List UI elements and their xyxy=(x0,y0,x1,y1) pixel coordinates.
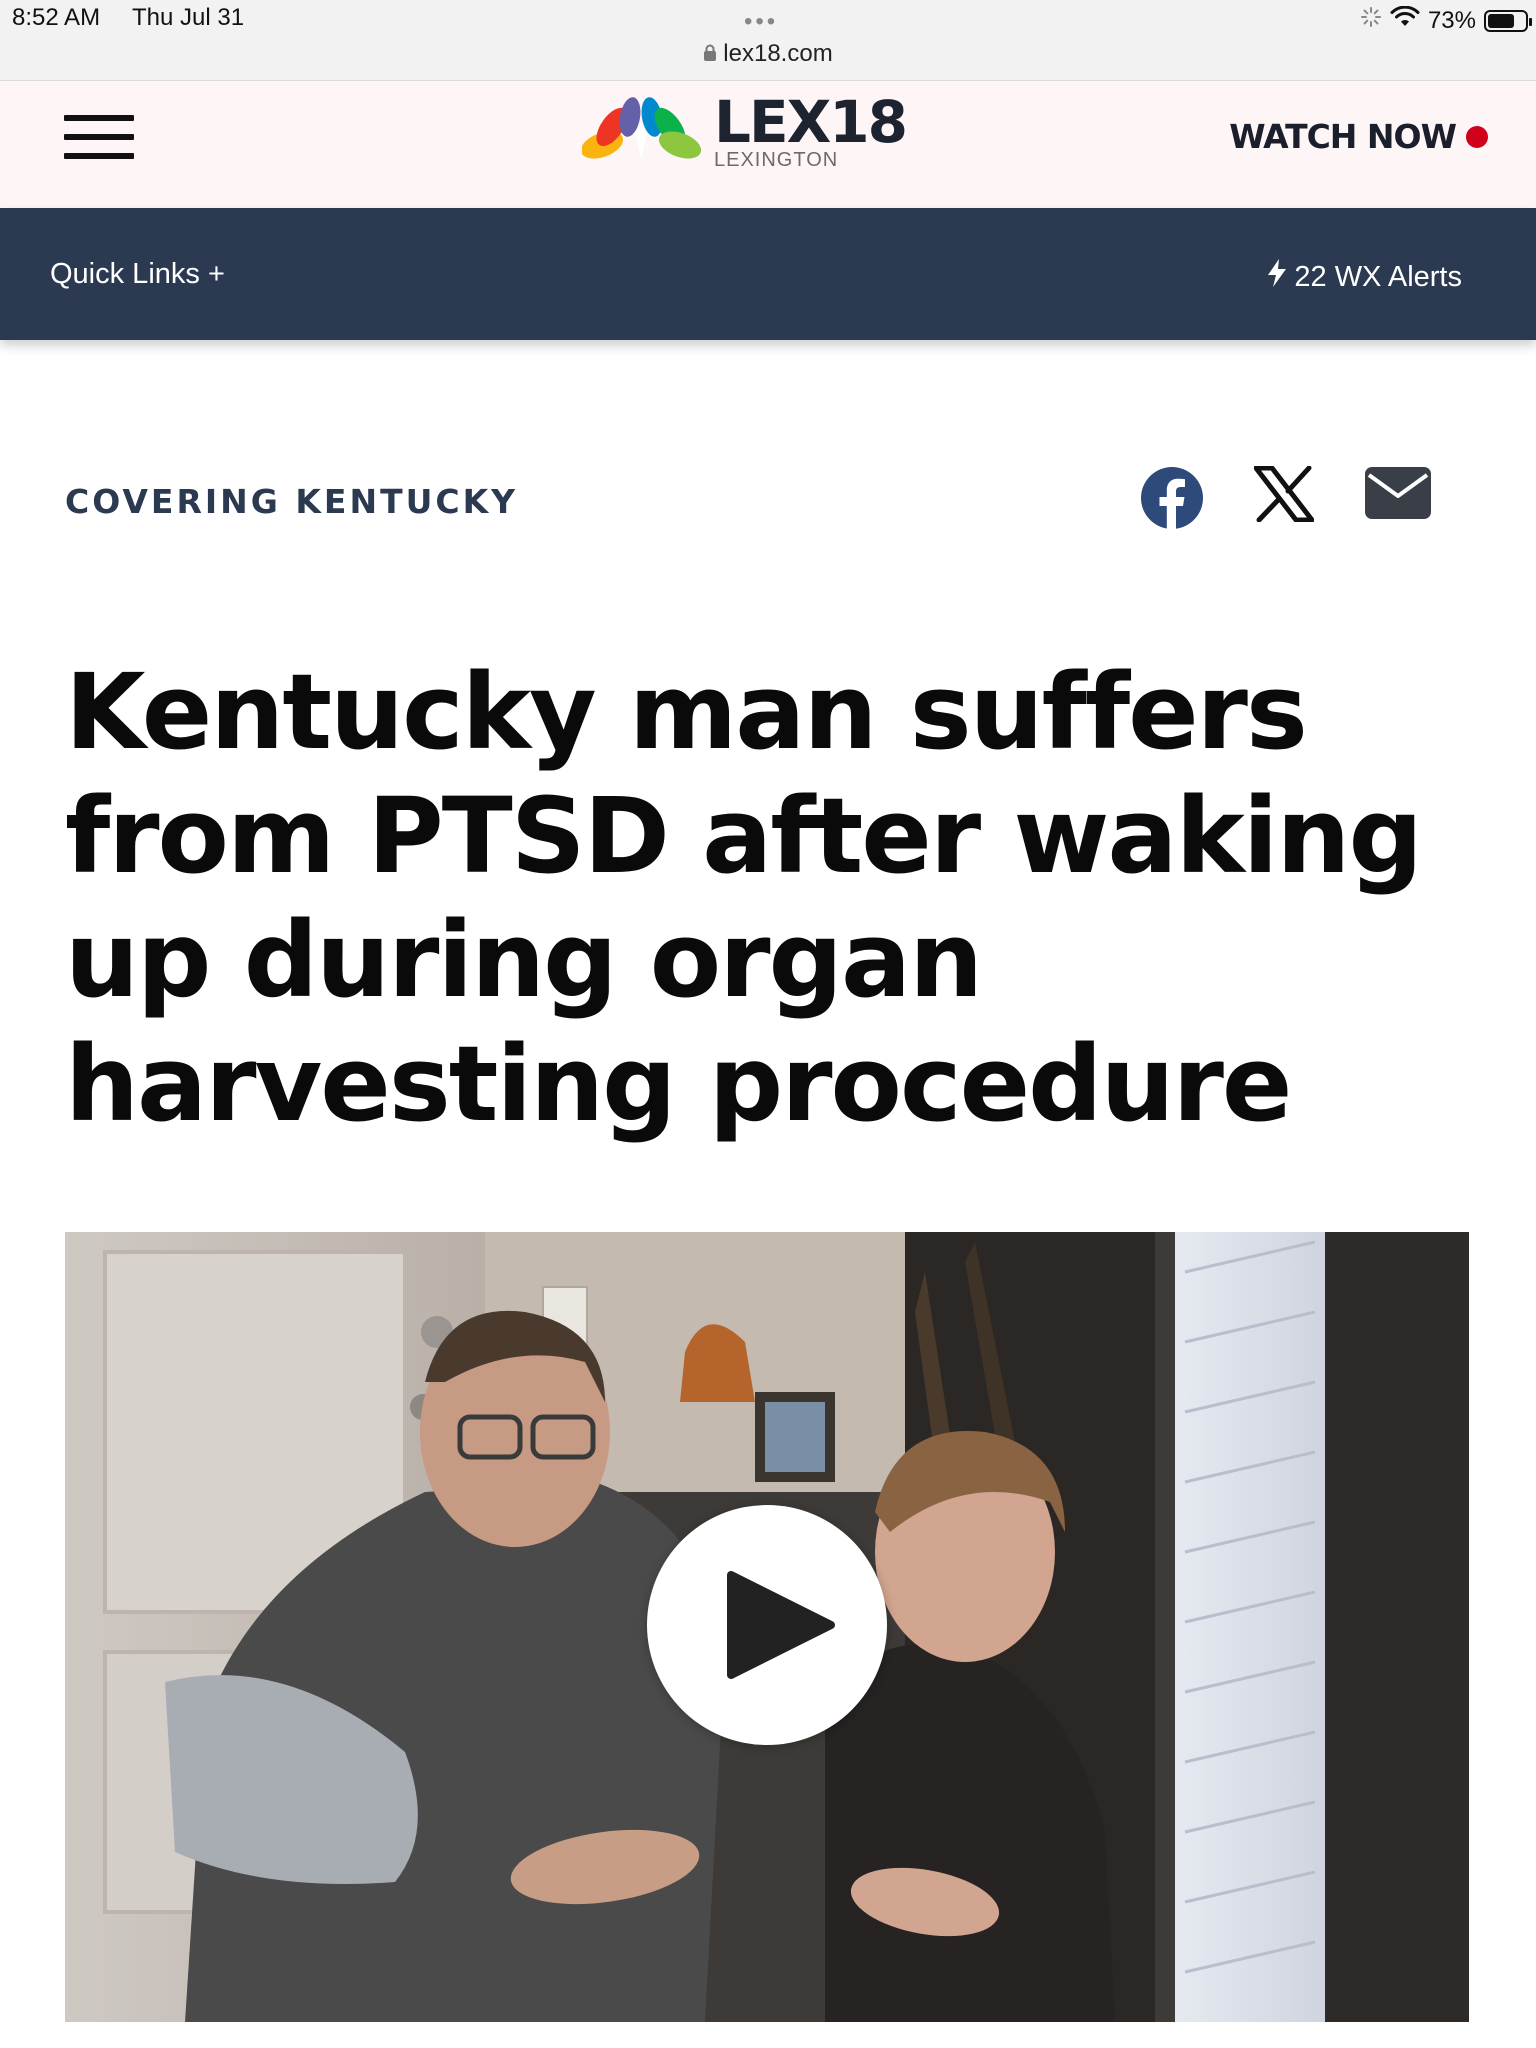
x-share-button[interactable] xyxy=(1254,466,1314,522)
address-bar[interactable]: lex18.com xyxy=(0,40,1536,69)
wx-alerts-label: 22 WX Alerts xyxy=(1294,260,1462,293)
quick-links-button[interactable]: Quick Links + xyxy=(50,258,225,291)
mail-icon xyxy=(1365,467,1431,519)
article-headline: Kentucky man suffers from PTSD after wak… xyxy=(65,651,1423,1145)
status-indicators: 73% xyxy=(1360,5,1532,35)
battery-percent: 73% xyxy=(1427,6,1476,34)
play-icon xyxy=(727,1571,835,1679)
status-time: 8:52 AM xyxy=(12,4,101,31)
video-player[interactable] xyxy=(65,1232,1469,2022)
menu-icon[interactable] xyxy=(64,115,134,159)
email-share-button[interactable] xyxy=(1364,466,1432,520)
wifi-icon xyxy=(1390,5,1420,35)
lightning-bolt-icon xyxy=(1266,258,1288,296)
play-button[interactable] xyxy=(647,1505,887,1745)
site-logo[interactable]: LEX18 LEXINGTON xyxy=(582,88,908,172)
nav-bar: Quick Links + 22 WX Alerts xyxy=(0,208,1536,340)
watch-now-label: WATCH NOW xyxy=(1229,117,1457,156)
status-date: Thu Jul 31 xyxy=(132,4,245,31)
browser-more-icon[interactable]: ••• xyxy=(744,8,778,36)
facebook-icon xyxy=(1141,467,1203,529)
wx-alerts-button[interactable]: 22 WX Alerts xyxy=(1266,258,1462,296)
activity-spinner-icon xyxy=(1360,6,1382,35)
status-bar: 8:52 AM Thu Jul 31 ••• lex18.com 73% xyxy=(0,0,1536,80)
watch-now-button[interactable]: WATCH NOW xyxy=(1229,117,1488,156)
section-label[interactable]: COVERING KENTUCKY xyxy=(65,482,518,521)
lock-icon xyxy=(703,41,717,69)
logo-wordmark: LEX18 xyxy=(714,88,908,156)
live-indicator-icon xyxy=(1466,125,1488,148)
facebook-share-button[interactable] xyxy=(1140,466,1204,530)
url-text: lex18.com xyxy=(723,40,833,67)
battery-icon xyxy=(1484,9,1532,32)
peacock-icon xyxy=(582,97,702,159)
x-icon xyxy=(1254,466,1314,522)
site-header: LEX18 LEXINGTON WATCH NOW xyxy=(0,80,1536,209)
